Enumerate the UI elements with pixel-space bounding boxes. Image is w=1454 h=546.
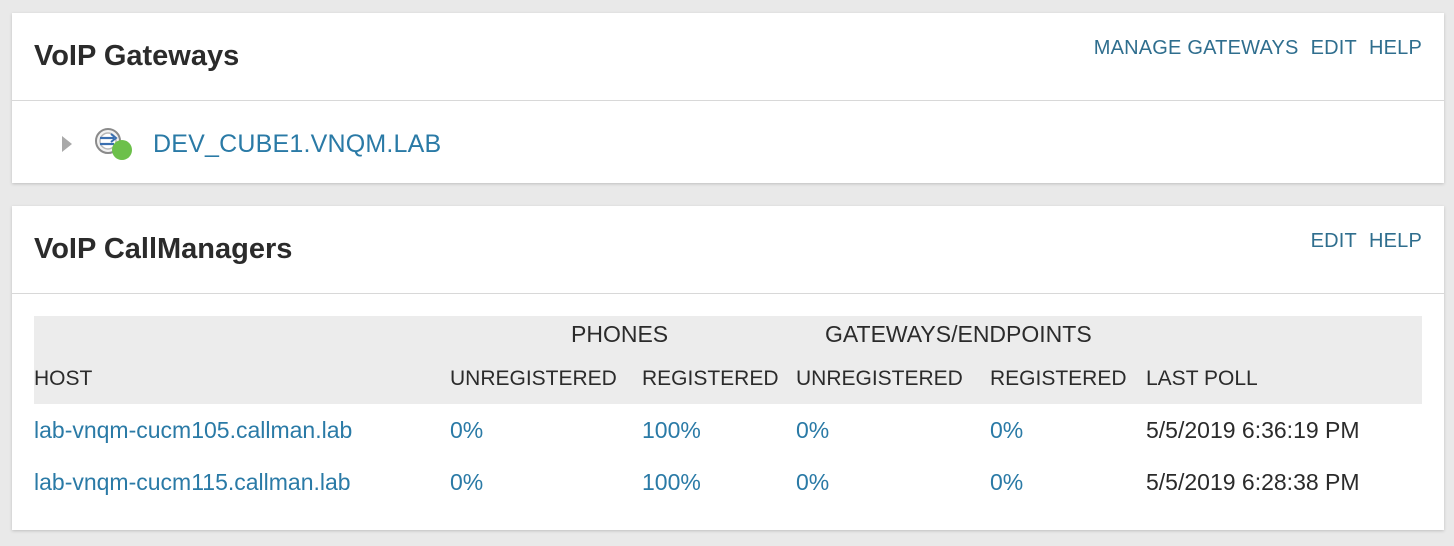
gateway-status-icon bbox=[94, 127, 134, 161]
phones-unregistered-link[interactable]: 0% bbox=[450, 469, 483, 496]
panel-title: VoIP CallManagers bbox=[34, 233, 293, 265]
manage-gateways-link[interactable]: MANAGE GATEWAYS bbox=[1094, 37, 1299, 60]
host-link[interactable]: lab-vnqm-cucm105.callman.lab bbox=[34, 417, 352, 444]
phones-registered-link[interactable]: 100% bbox=[642, 417, 701, 444]
help-link[interactable]: HELP bbox=[1369, 230, 1422, 253]
column-header-host[interactable]: HOST bbox=[34, 367, 92, 391]
panel-title: VoIP Gateways bbox=[34, 40, 240, 72]
table-header: PHONES GATEWAYS/ENDPOINTS HOST UNREGISTE… bbox=[34, 316, 1422, 404]
gw-unregistered-link[interactable]: 0% bbox=[796, 417, 829, 444]
column-header-gw-unregistered[interactable]: UNREGISTERED bbox=[796, 367, 963, 391]
voip-gateways-panel: VoIP Gateways MANAGE GATEWAYS EDIT HELP … bbox=[12, 13, 1444, 183]
phones-group-header: PHONES bbox=[571, 321, 669, 347]
voip-callmanagers-panel: VoIP CallManagers EDIT HELP PHONES GATEW… bbox=[12, 206, 1444, 530]
gw-registered-link[interactable]: 0% bbox=[990, 417, 1023, 444]
host-link[interactable]: lab-vnqm-cucm115.callman.lab bbox=[34, 469, 351, 496]
table-row: lab-vnqm-cucm115.callman.lab 0% 100% 0% … bbox=[34, 456, 1422, 508]
help-link[interactable]: HELP bbox=[1369, 37, 1422, 60]
panel-header: VoIP Gateways MANAGE GATEWAYS EDIT HELP bbox=[12, 13, 1444, 101]
column-header-phones-unregistered[interactable]: UNREGISTERED bbox=[450, 367, 617, 391]
last-poll-value: 5/5/2019 6:28:38 PM bbox=[1146, 469, 1360, 495]
table-row: lab-vnqm-cucm105.callman.lab 0% 100% 0% … bbox=[34, 404, 1422, 456]
edit-link[interactable]: EDIT bbox=[1311, 230, 1357, 253]
panel-header: VoIP CallManagers EDIT HELP bbox=[12, 206, 1444, 294]
gateway-link[interactable]: DEV_CUBE1.VNQM.LAB bbox=[153, 130, 441, 159]
phones-registered-link[interactable]: 100% bbox=[642, 469, 701, 496]
column-header-last-poll[interactable]: LAST POLL bbox=[1146, 367, 1258, 391]
expand-arrow-icon[interactable] bbox=[62, 136, 72, 152]
phones-unregistered-link[interactable]: 0% bbox=[450, 417, 483, 444]
callmanagers-table: PHONES GATEWAYS/ENDPOINTS HOST UNREGISTE… bbox=[34, 316, 1422, 508]
gateways-endpoints-group-header: GATEWAYS/ENDPOINTS bbox=[825, 321, 1092, 347]
gateway-tree-item: DEV_CUBE1.VNQM.LAB bbox=[12, 113, 1444, 175]
panel-actions: MANAGE GATEWAYS EDIT HELP bbox=[1094, 37, 1422, 60]
last-poll-value: 5/5/2019 6:36:19 PM bbox=[1146, 417, 1360, 443]
panel-actions: EDIT HELP bbox=[1311, 230, 1422, 253]
column-header-phones-registered[interactable]: REGISTERED bbox=[642, 367, 779, 391]
gw-registered-link[interactable]: 0% bbox=[990, 469, 1023, 496]
column-header-gw-registered[interactable]: REGISTERED bbox=[990, 367, 1127, 391]
gw-unregistered-link[interactable]: 0% bbox=[796, 469, 829, 496]
edit-link[interactable]: EDIT bbox=[1311, 37, 1357, 60]
